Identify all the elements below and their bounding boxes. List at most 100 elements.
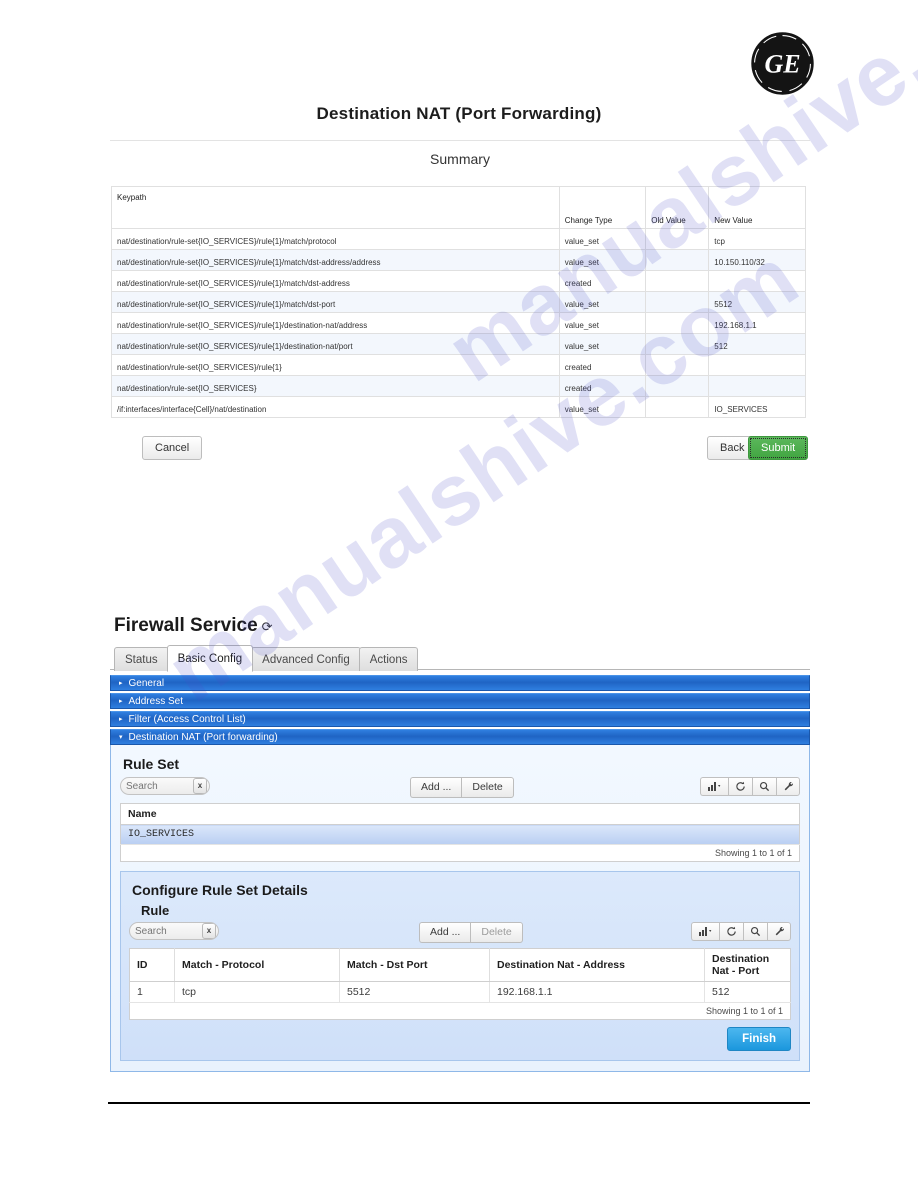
accordion-filter-access-control-list-[interactable]: ▸ Filter (Access Control List) [110,711,810,727]
cell-new-value [708,375,806,397]
search-icon[interactable] [743,922,767,941]
cell-name: IO_SERVICES [120,824,800,845]
finish-button[interactable]: Finish [727,1027,791,1051]
cell-old-value [645,228,710,250]
cell-new-value: 192.168.1.1 [708,312,806,334]
rule-set-add-button[interactable]: Add ... [410,777,462,798]
cell-keypath: nat/destination/rule-set{IO_SERVICES} [111,375,560,397]
cell-old-value [645,312,710,334]
chevron-right-icon: ▸ [119,698,123,705]
svg-text:GE: GE [764,50,800,79]
column-header-new-value: New Value [708,186,806,229]
rule-set-icon-toolbar [700,777,800,796]
cell-new-value: 512 [708,333,806,355]
column-header-keypath: Keypath [111,186,560,229]
rule-set-search-clear-button[interactable]: x [193,778,207,794]
refresh-icon[interactable] [719,922,743,941]
tab-advanced-config[interactable]: Advanced Config [251,647,361,671]
rule-set-row[interactable]: IO_SERVICES [120,824,800,845]
cell-keypath: nat/destination/rule-set{IO_SERVICES}/ru… [111,312,560,334]
rule-delete-button[interactable]: Delete [470,922,523,943]
cell-new-value [708,354,806,376]
accordion-label: General [128,678,165,689]
cell-keypath: nat/destination/rule-set{IO_SERVICES}/ru… [111,270,560,292]
column-header-change-type: Change Type [558,186,647,229]
rule-set-search-input[interactable] [121,778,193,794]
cell-keypath: /if:interfaces/interface{Cell}/nat/desti… [111,396,560,418]
cell-change-type: created [558,270,647,292]
cell-change-type: value_set [558,333,647,355]
accordion-destination-nat-port-forwarding-[interactable]: ▾ Destination NAT (Port forwarding) [110,729,810,745]
cell-old-value [645,249,710,271]
bar-chart-dropdown-icon[interactable] [700,777,728,796]
rule-search-input[interactable] [130,923,202,939]
cell-old-value [645,354,710,376]
column-header-match-dst-port: Match - Dst Port [339,948,490,982]
chevron-down-icon: ▾ [119,734,123,741]
accordion-label: Destination NAT (Port forwarding) [128,732,278,743]
summary-table: Keypath Change Type Old Value New Value … [111,186,806,418]
rule-set-delete-button[interactable]: Delete [461,777,514,798]
cancel-button[interactable]: Cancel [142,436,203,460]
firewall-service-section: Firewall Service ⟳ Status Basic Config Adva… [110,614,810,1072]
wrench-icon[interactable] [767,922,791,941]
cell-new-value: tcp [708,228,806,250]
cell-change-type: value_set [558,396,647,418]
rule-search-clear-button[interactable]: x [202,923,216,939]
cell-change-type: created [558,354,647,376]
cell-id: 1 [129,981,175,1003]
cell-old-value [645,291,710,313]
search-icon[interactable] [752,777,776,796]
rule-add-delete-group: Add ... Delete [419,922,523,943]
rule-add-button[interactable]: Add ... [419,922,471,943]
destination-nat-panel: Rule Set x Add ... Delete [110,745,810,1072]
wrench-icon[interactable] [776,777,800,796]
accordion-address-set[interactable]: ▸ Address Set [110,693,810,709]
summary-label: Summary [430,151,490,167]
cell-old-value [645,396,710,418]
rule-set-add-delete-group: Add ... Delete [410,777,514,798]
cell-keypath: nat/destination/rule-set{IO_SERVICES}/ru… [111,249,560,271]
firewall-service-title: Firewall Service [114,615,258,636]
summary-table-row: nat/destination/rule-set{IO_SERVICES}/ru… [111,333,806,355]
cell-old-value [645,270,710,292]
submit-button[interactable]: Submit [748,436,809,460]
column-header-match-protocol: Match - Protocol [174,948,340,982]
refresh-icon[interactable]: ⟳ [262,619,273,634]
accordion-general[interactable]: ▸ General [110,675,810,691]
rule-sub-heading: Rule [141,903,170,918]
accordion-label: Address Set [128,696,183,707]
page-title: Destination NAT (Port Forwarding) [316,104,602,123]
rule-icon-toolbar [691,922,791,941]
firewall-accordion-list: ▸ General ▸ Address Set ▸ Filter (Access Cont… [110,675,810,745]
refresh-icon[interactable] [728,777,752,796]
rule-toolbar: x Add ... Delete [129,922,791,944]
rule-row[interactable]: 1 tcp 5512 192.168.1.1 512 [129,981,791,1003]
cell-change-type: value_set [558,249,647,271]
bar-chart-dropdown-icon[interactable] [691,922,719,941]
rule-footer-row: Showing 1 to 1 of 1 [129,1002,791,1020]
summary-table-row: nat/destination/rule-set{IO_SERVICES}/ru… [111,228,806,250]
rule-set-heading: Rule Set [123,756,180,772]
rule-header-row: ID Match - Protocol Match - Dst Port Destin… [129,948,791,982]
summary-table-row: nat/destination/rule-set{IO_SERVICES}/ru… [111,270,806,292]
cell-change-type: created [558,375,647,397]
cell-keypath: nat/destination/rule-set{IO_SERVICES}/ru… [111,291,560,313]
cell-old-value [645,375,710,397]
column-header-id: ID [129,948,175,982]
cell-match-protocol: tcp [174,981,340,1003]
cell-keypath: nat/destination/rule-set{IO_SERVICES}/ru… [111,354,560,376]
rule-search-box[interactable]: x [129,922,219,940]
tab-actions[interactable]: Actions [358,647,419,671]
cell-change-type: value_set [558,312,647,334]
rule-set-search-box[interactable]: x [120,777,210,795]
summary-table-row: /if:interfaces/interface{Cell}/nat/desti… [111,396,806,418]
tab-status[interactable]: Status [114,647,169,671]
chevron-right-icon: ▸ [119,680,123,687]
cell-destination-nat-address: 192.168.1.1 [489,981,705,1003]
tab-basic-config[interactable]: Basic Config [166,645,254,672]
summary-table-row: nat/destination/rule-set{IO_SERVICES}/ru… [111,354,806,376]
firewall-service-heading: Firewall Service ⟳ [114,614,810,639]
summary-table-header-row: Keypath Change Type Old Value New Value [111,186,806,229]
rule-set-details-heading: Configure Rule Set Details [132,882,308,898]
